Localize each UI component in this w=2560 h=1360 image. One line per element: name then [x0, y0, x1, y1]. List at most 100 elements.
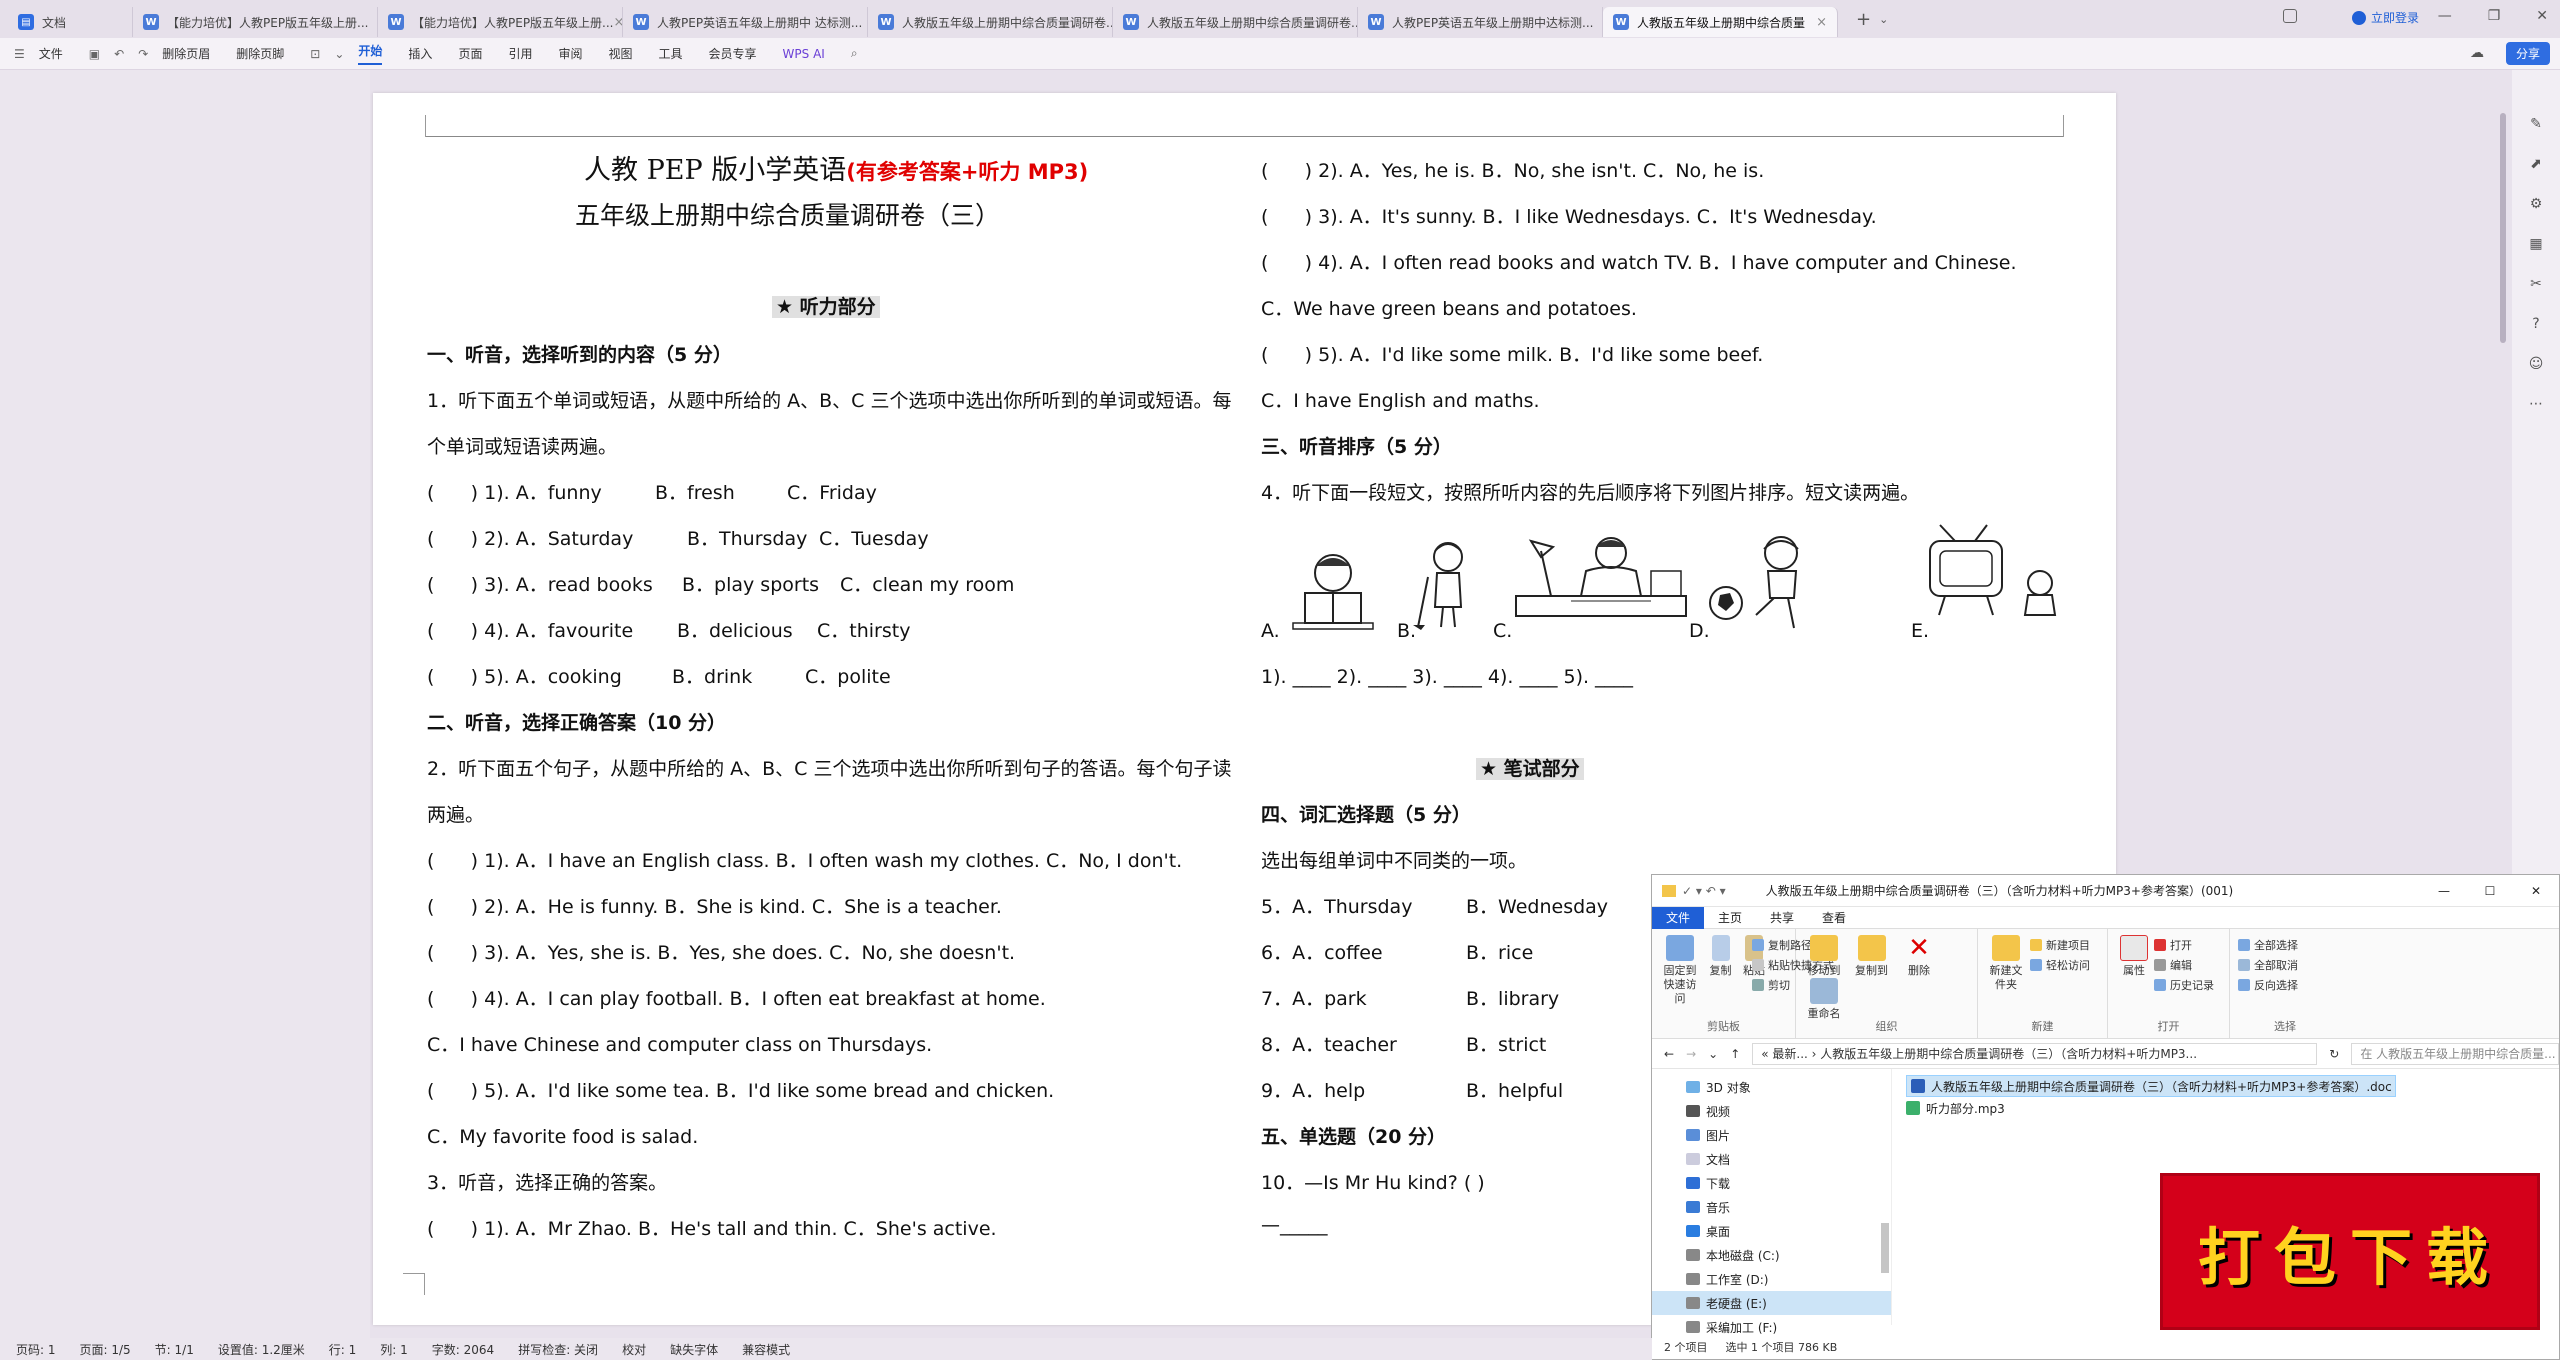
tab-tools[interactable]: 工具 — [659, 45, 683, 62]
status-spellcheck[interactable]: 拼写检查: 关闭 — [518, 1341, 598, 1358]
search-input[interactable]: 在 人教版五年级上册期中综合质量... — [2351, 1042, 2559, 1065]
edit-button[interactable]: 编辑 — [2154, 955, 2214, 975]
chevron-down-icon[interactable]: ⌄ — [334, 47, 344, 61]
save-icon[interactable]: ▣ — [89, 47, 100, 61]
minimize-icon[interactable]: — — [2438, 8, 2452, 24]
maximize-icon[interactable]: ☐ — [2467, 875, 2513, 907]
tab-page[interactable]: 页面 — [458, 45, 482, 62]
forward-icon[interactable]: → — [1686, 1047, 1696, 1061]
history-button[interactable]: 历史记录 — [2154, 975, 2214, 995]
close-icon[interactable]: × — [614, 15, 623, 30]
nav-item[interactable]: 工作室 (D:) — [1652, 1267, 1891, 1291]
nav-item[interactable]: 视频 — [1652, 1099, 1891, 1123]
settings-icon[interactable]: ⚙ — [2530, 196, 2543, 212]
maximize-icon[interactable]: ❐ — [2488, 8, 2501, 24]
file-item-doc[interactable]: 人教版五年级上册期中综合质量调研卷（三）（含听力材料+听力MP3+参考答案）.d… — [1906, 1075, 2396, 1097]
status-pages[interactable]: 页面: 1/5 — [80, 1341, 131, 1358]
window-layout-icon[interactable] — [2283, 9, 2297, 23]
tab-insert[interactable]: 插入 — [408, 45, 432, 62]
status-setting[interactable]: 设置值: 1.2厘米 — [218, 1341, 305, 1358]
pin-quick-access-button[interactable]: 固定到快速访问 — [1660, 935, 1700, 1006]
status-compat-mode[interactable]: 兼容模式 — [742, 1341, 790, 1358]
scrollbar-thumb[interactable] — [1881, 1223, 1889, 1273]
close-icon[interactable]: × — [1816, 15, 1827, 30]
undo-icon[interactable]: ↶ — [114, 47, 124, 61]
login-button[interactable]: 立即登录 — [2352, 9, 2419, 26]
refresh-icon[interactable]: ↻ — [2329, 1047, 2339, 1061]
nav-item[interactable]: 文档 — [1652, 1147, 1891, 1171]
tab-member[interactable]: 会员专享 — [709, 45, 757, 62]
tab-document[interactable]: W 人教版五年级上册期中综合质量调研卷... — [1113, 7, 1358, 37]
chevron-down-icon[interactable]: ⌄ — [1879, 13, 1888, 26]
move-to-button[interactable]: 移动到 — [1804, 935, 1844, 978]
new-folder-button[interactable]: 新建文件夹 — [1986, 935, 2026, 992]
nav-item[interactable]: 3D 对象 — [1652, 1075, 1891, 1099]
nav-item[interactable]: 图片 — [1652, 1123, 1891, 1147]
select-none-button[interactable]: 全部取消 — [2238, 955, 2332, 975]
select-all-button[interactable]: 全部选择 — [2238, 935, 2332, 955]
download-pack-badge[interactable]: 打包下载 — [2160, 1173, 2540, 1330]
new-tab-icon[interactable]: + — [1856, 9, 1871, 30]
tools-icon[interactable]: ✂ — [2530, 276, 2542, 292]
tab-home[interactable]: ▤ 文档 — [8, 7, 133, 37]
style-icon[interactable]: ▦ — [2529, 236, 2542, 252]
more-icon[interactable]: ⋯ — [2529, 396, 2543, 412]
scrollbar-thumb[interactable] — [2500, 113, 2506, 343]
pen-icon[interactable]: ✎ — [2530, 116, 2542, 132]
tab-share[interactable]: 共享 — [1756, 907, 1808, 929]
tab-document[interactable]: W 人教版五年级上册期中综合质量调研卷... — [868, 7, 1113, 37]
nav-item[interactable]: 采编加工 (F:) — [1652, 1315, 1891, 1339]
nav-item[interactable]: 桌面 — [1652, 1219, 1891, 1243]
tab-view[interactable]: 视图 — [608, 45, 632, 62]
up-icon[interactable]: ↑ — [1730, 1047, 1740, 1061]
select-icon[interactable]: ⬈ — [2530, 156, 2542, 172]
properties-button[interactable]: 属性 — [2116, 935, 2152, 978]
back-icon[interactable]: ← — [1664, 1047, 1674, 1061]
close-icon[interactable]: ✕ — [2536, 8, 2548, 24]
cloud-icon[interactable]: ☁ — [2470, 45, 2484, 61]
delete-button[interactable]: ✕ 删除 — [1899, 935, 1939, 978]
tab-file[interactable]: 文件 — [1652, 906, 1705, 929]
menu-icon[interactable]: ☰ — [14, 47, 25, 61]
tab-document[interactable]: W【能力培优】人教PEP版五年级上册...× — [378, 7, 623, 37]
tab-document[interactable]: W 【能力培优】人教PEP版五年级上册... — [133, 7, 378, 37]
delete-header-button[interactable]: 删除页眉 — [162, 45, 210, 62]
file-item-mp3[interactable]: 听力部分.mp3 — [1906, 1097, 2559, 1119]
tab-document-active[interactable]: W 人教版五年级上册期中综合质量 × — [1603, 7, 1838, 37]
wps-ai-button[interactable]: WPS AI — [783, 47, 825, 61]
rename-button[interactable]: 重命名 — [1804, 978, 1844, 1021]
status-section[interactable]: 节: 1/1 — [155, 1341, 194, 1358]
tab-start[interactable]: 开始 — [358, 42, 383, 65]
tab-reference[interactable]: 引用 — [508, 45, 532, 62]
file-menu[interactable]: 文件 — [39, 45, 63, 62]
quick-access-icons[interactable]: ✓ ▾ ↶ ▾ — [1682, 884, 1726, 898]
copy-button[interactable]: 复制 — [1708, 935, 1734, 978]
status-page[interactable]: 页码: 1 — [16, 1341, 56, 1358]
nav-item-selected[interactable]: 老硬盘 (E:) — [1652, 1291, 1891, 1315]
status-missing-fonts[interactable]: 缺失字体 — [670, 1341, 718, 1358]
tab-home[interactable]: 主页 — [1704, 907, 1756, 929]
nav-scrollbar[interactable] — [1881, 1073, 1889, 1313]
nav-item[interactable]: 本地磁盘 (C:) — [1652, 1243, 1891, 1267]
tab-view[interactable]: 查看 — [1808, 907, 1860, 929]
nav-item[interactable]: 下载 — [1652, 1171, 1891, 1195]
close-icon[interactable]: ✕ — [2513, 875, 2559, 907]
robot-icon[interactable]: ☺ — [2529, 356, 2544, 372]
tab-document[interactable]: W 人教PEP英语五年级上册期中 达标测... — [623, 7, 868, 37]
invert-selection-button[interactable]: 反向选择 — [2238, 975, 2332, 995]
tab-review[interactable]: 审阅 — [558, 45, 582, 62]
address-bar[interactable]: « 最新... › 人教版五年级上册期中综合质量调研卷（三）（含听力材料+听力M… — [1752, 1042, 2318, 1065]
status-proofread[interactable]: 校对 — [622, 1341, 646, 1358]
format-icon[interactable]: ⊡ — [310, 47, 320, 61]
chevron-down-icon[interactable]: ⌄ — [1708, 1047, 1718, 1061]
search-icon[interactable]: ⌕ — [851, 46, 858, 61]
open-button[interactable]: 打开 — [2154, 935, 2214, 955]
delete-footer-button[interactable]: 删除页脚 — [236, 45, 284, 62]
easy-access-button[interactable]: 轻松访问 — [2030, 955, 2090, 975]
new-item-button[interactable]: 新建项目 — [2030, 935, 2090, 955]
minimize-icon[interactable]: — — [2421, 875, 2467, 907]
redo-icon[interactable]: ↷ — [138, 47, 148, 61]
copy-to-button[interactable]: 复制到 — [1852, 935, 1892, 978]
share-button[interactable]: 分享 — [2505, 42, 2550, 65]
help-icon[interactable]: ? — [2532, 316, 2539, 332]
